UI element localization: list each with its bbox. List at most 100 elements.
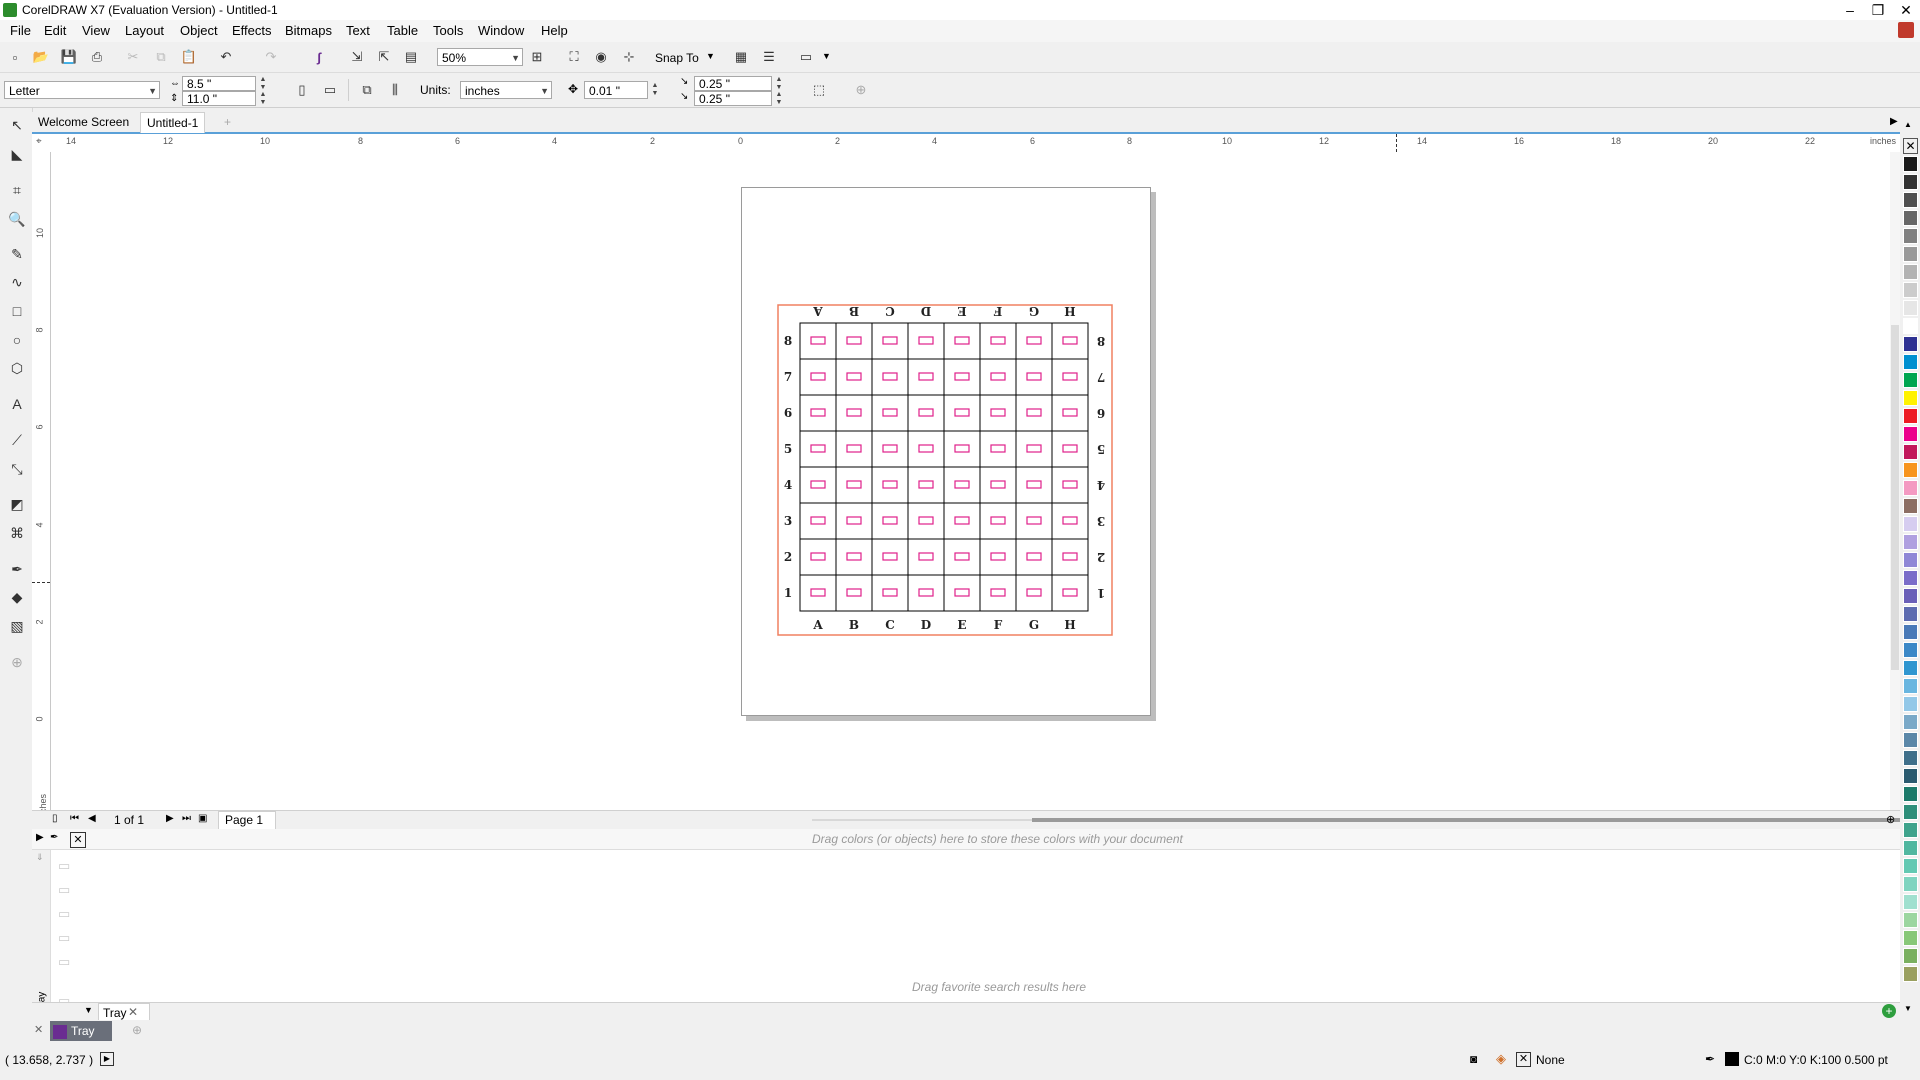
column-label-top[interactable]: B (849, 304, 859, 318)
drop-shadow-tool-icon[interactable]: ◩ (6, 493, 28, 515)
palette-swatch[interactable] (1903, 156, 1918, 172)
maximize-button[interactable]: ❐ (1866, 0, 1890, 20)
minimize-button[interactable]: – (1838, 0, 1862, 20)
row-label-left[interactable]: 7 (784, 370, 792, 384)
cell-marker[interactable] (1062, 372, 1078, 381)
palette-expand-icon[interactable]: ▶ (36, 832, 44, 843)
document-page[interactable]: A A B B C C D D E E F F G G H H 8 8 7 7 6 6 5 5 4 4 3 3 2 2 1 1 (741, 187, 1151, 716)
palette-swatch[interactable] (1903, 786, 1918, 802)
tray-collapse-icon[interactable]: ⇓ (36, 852, 44, 863)
cell-marker[interactable] (918, 480, 934, 489)
cell-marker[interactable] (882, 372, 898, 381)
cell-marker[interactable] (918, 444, 934, 453)
menu-window[interactable]: Window (478, 23, 524, 38)
row-label-right[interactable]: 6 (1097, 406, 1105, 420)
row-label-right[interactable]: 5 (1097, 442, 1105, 456)
no-fill-swatch[interactable]: ✕ (1516, 1052, 1531, 1067)
zoom-navigator-icon[interactable]: ⊕ (1886, 813, 1895, 826)
row-label-left[interactable]: 8 (784, 334, 792, 348)
cell-marker[interactable] (810, 480, 826, 489)
chevron-down-icon[interactable]: ▼ (84, 1005, 93, 1015)
cell-marker[interactable] (1026, 444, 1042, 453)
palette-swatch[interactable] (1903, 336, 1918, 352)
cell-marker[interactable] (810, 408, 826, 417)
cell-marker[interactable] (918, 588, 934, 597)
cell-marker[interactable] (990, 588, 1006, 597)
palette-swatch[interactable] (1903, 624, 1918, 640)
pick-tool-icon[interactable]: ↖ (6, 114, 28, 136)
cut-icon[interactable]: ✂ (122, 46, 144, 68)
tab-untitled-1[interactable]: Untitled-1 (140, 112, 206, 133)
tray-import-icon[interactable]: ▭ (58, 858, 70, 874)
close-docker-icon[interactable]: ✕ (34, 1023, 43, 1036)
palette-swatch[interactable] (1903, 822, 1918, 838)
row-label-right[interactable]: 4 (1097, 478, 1105, 492)
palette-swatch[interactable] (1903, 282, 1918, 298)
menu-edit[interactable]: Edit (44, 23, 66, 38)
portrait-icon[interactable]: ▯ (291, 79, 313, 101)
palette-swatch[interactable] (1903, 210, 1918, 226)
cell-marker[interactable] (846, 444, 862, 453)
copy-icon[interactable]: ⧉ (150, 46, 172, 68)
duplicate-y-field[interactable]: 0.25 " (694, 91, 772, 106)
cell-marker[interactable] (1062, 588, 1078, 597)
cell-marker[interactable] (1026, 372, 1042, 381)
nudge-distance-field[interactable]: 0.01 " (584, 81, 648, 99)
tray-delete-icon[interactable]: ▭ (58, 930, 70, 946)
palette-swatch[interactable] (1903, 894, 1918, 910)
options-icon[interactable]: ▦ (730, 46, 752, 68)
add-tool-icon[interactable]: ⊕ (6, 651, 28, 673)
first-page-icon[interactable]: ⏮ (70, 813, 79, 824)
column-label-top[interactable]: C (885, 304, 895, 318)
open-icon[interactable]: 📂 (30, 46, 52, 68)
interactive-fill-icon[interactable]: ◆ (6, 586, 28, 608)
row-label-right[interactable]: 7 (1097, 370, 1105, 384)
cell-marker[interactable] (810, 588, 826, 597)
ruler-origin-icon[interactable]: ⌖ (36, 136, 42, 147)
previous-page-icon[interactable]: ◀ (88, 813, 96, 824)
row-label-left[interactable]: 4 (784, 478, 792, 492)
cell-marker[interactable] (846, 516, 862, 525)
tray-paste-icon[interactable]: ▭ (58, 906, 70, 922)
cell-marker[interactable] (954, 552, 970, 561)
no-color-swatch[interactable]: ✕ (1903, 138, 1918, 154)
export-icon[interactable]: ⇱ (373, 46, 395, 68)
palette-swatch[interactable] (1903, 678, 1918, 694)
expand-arrow-icon[interactable]: ▶ (1890, 116, 1898, 127)
cell-marker[interactable] (882, 408, 898, 417)
cell-marker[interactable] (1062, 552, 1078, 561)
add-docker-icon[interactable]: ⊕ (132, 1023, 142, 1037)
horizontal-scroll-thumb[interactable] (1032, 818, 1920, 822)
cell-marker[interactable] (1062, 516, 1078, 525)
cell-marker[interactable] (1026, 336, 1042, 345)
row-label-right[interactable]: 3 (1097, 514, 1105, 528)
cell-marker[interactable] (918, 408, 934, 417)
polygon-tool-icon[interactable]: ⬡ (6, 357, 28, 379)
palette-swatch[interactable] (1903, 408, 1918, 424)
landscape-icon[interactable]: ▭ (319, 79, 341, 101)
menu-bitmaps[interactable]: Bitmaps (285, 23, 332, 38)
spinner-icon[interactable]: ▲ ▼ (774, 76, 784, 92)
page-width-field[interactable]: 8.5 " (182, 76, 256, 91)
cell-marker[interactable] (918, 552, 934, 561)
column-label-bottom[interactable]: H (1064, 618, 1075, 632)
palette-scroll-down-icon[interactable]: ▼ (1904, 1004, 1912, 1013)
cell-marker[interactable] (1026, 408, 1042, 417)
close-tray-icon[interactable]: ✕ (128, 1005, 138, 1019)
cell-marker[interactable] (1062, 444, 1078, 453)
all-pages-icon[interactable]: ⧉ (356, 79, 378, 101)
row-label-left[interactable]: 3 (784, 514, 792, 528)
column-label-bottom[interactable]: D (921, 618, 931, 632)
palette-swatch[interactable] (1903, 354, 1918, 370)
cell-marker[interactable] (990, 408, 1006, 417)
menu-table[interactable]: Table (387, 23, 418, 38)
cell-marker[interactable] (882, 480, 898, 489)
cell-marker[interactable] (810, 372, 826, 381)
cell-marker[interactable] (954, 372, 970, 381)
tray-export-icon[interactable]: ▭ (58, 954, 70, 970)
palette-swatch[interactable] (1903, 246, 1918, 262)
add-icon[interactable]: ⊕ (850, 79, 872, 101)
import-icon[interactable]: ⇲ (346, 46, 368, 68)
new-document-icon[interactable]: ▫ (4, 46, 26, 68)
row-label-right[interactable]: 2 (1097, 550, 1105, 564)
